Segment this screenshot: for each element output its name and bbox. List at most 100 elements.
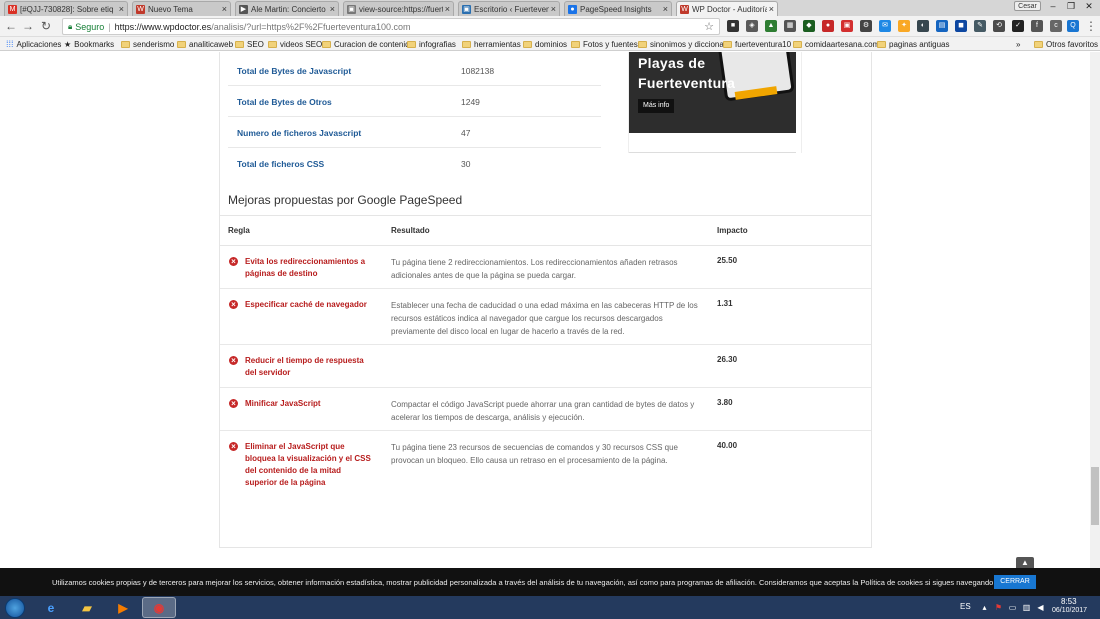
browser-tab[interactable]: ▣Escritorio ‹ Fuerteventura× <box>458 1 560 16</box>
metric-row: Numero de ficheros Javascript 47 <box>228 117 601 148</box>
promo-title-line: Playas de Fuerteventura <box>638 55 736 91</box>
clock-time[interactable]: 8:53 <box>1061 597 1077 606</box>
extension-icon[interactable]: ✎ <box>974 20 986 32</box>
promo-widget[interactable]: Playas de Fuerteventura Más info <box>628 52 802 153</box>
minimize-button[interactable]: – <box>1044 0 1062 12</box>
maximize-button[interactable]: ❐ <box>1062 0 1080 12</box>
tab-close-icon[interactable]: × <box>551 4 556 14</box>
bookmark-folder[interactable]: paginas antiguas <box>877 38 950 50</box>
browser-tab[interactable]: ● PageSpeed Insights × <box>564 1 672 16</box>
bookmark-folder[interactable]: Otros favoritos <box>1034 38 1098 50</box>
table-row: × Minificar JavaScript Compactar el códi… <box>220 388 871 431</box>
extension-icon[interactable]: ✦ <box>898 20 910 32</box>
cookie-close-button[interactable]: CERRAR <box>994 575 1036 589</box>
folder-icon <box>877 40 886 48</box>
extension-icon[interactable]: ⟲ <box>993 20 1005 32</box>
browser-tab[interactable]: ▶Ale Martin: Concierto de× <box>235 1 339 16</box>
bookmark-folder[interactable]: Curacion de contenid <box>322 38 410 50</box>
browser-tab[interactable]: W Nuevo Tema × <box>132 1 231 16</box>
folder-icon <box>268 40 277 48</box>
analysis-card: Total de Bytes de Javascript 1082138 Tot… <box>219 52 872 548</box>
divider <box>220 215 871 216</box>
bookmark-item[interactable]: ★ Bookmarks <box>64 38 114 50</box>
bookmark-folder[interactable]: videos SEO <box>268 38 322 50</box>
rule-result: Establecer una fecha de caducidad o una … <box>391 301 698 336</box>
tab-title: WP Doctor - Auditoría W <box>692 4 767 14</box>
browser-tab[interactable]: ▣ view-source:https://fuerte × <box>343 1 454 16</box>
tab-close-icon[interactable]: × <box>663 4 668 14</box>
clock-date[interactable]: 06/10/2017 <box>1052 607 1087 614</box>
extension-icon[interactable]: ▤ <box>936 20 948 32</box>
bookmark-folder[interactable]: Fotos y fuentes <box>571 38 638 50</box>
media-player-icon[interactable]: ▶ <box>106 597 140 618</box>
bookmarks-overflow[interactable]: » <box>1016 38 1020 50</box>
extension-icon[interactable]: Q <box>1067 20 1079 32</box>
table-row: × Especificar caché de navegador Estable… <box>220 289 871 345</box>
extension-icon[interactable]: ■ <box>727 20 739 32</box>
browser-tab[interactable]: M [#QJJ-730828]: Sobre etiq × <box>4 1 128 16</box>
metric-label: Numero de ficheros Javascript <box>237 128 362 138</box>
extension-icon[interactable]: ▲ <box>765 20 777 32</box>
bookmark-folder[interactable]: herramientas <box>462 38 521 50</box>
extension-icon[interactable]: ◼ <box>955 20 967 32</box>
tab-close-icon[interactable]: × <box>119 4 124 14</box>
tab-close-icon[interactable]: × <box>330 4 335 14</box>
extension-icon[interactable]: ◐ <box>917 20 929 32</box>
language-indicator[interactable]: ES <box>960 602 971 611</box>
extension-icon[interactable]: ⚙ <box>860 20 872 32</box>
bookmark-folder[interactable]: fuerteventura10 <box>723 38 791 50</box>
bookmark-folder[interactable]: analiticaweb <box>177 38 233 50</box>
scrollbar-thumb[interactable] <box>1091 467 1099 525</box>
close-window-button[interactable]: ✕ <box>1080 0 1098 12</box>
bookmark-folder[interactable]: sinonimos y diccionar <box>638 38 726 50</box>
file-explorer-icon[interactable]: ▰ <box>70 597 104 618</box>
extension-icon[interactable]: f <box>1031 20 1043 32</box>
forward-arrow-icon[interactable]: → <box>21 19 35 33</box>
folder-icon <box>523 40 532 48</box>
monitor-icon[interactable]: ▭ <box>1008 603 1017 612</box>
extension-icon[interactable]: ◈ <box>746 20 758 32</box>
more-info-button[interactable]: Más info <box>638 99 675 113</box>
extension-icon[interactable]: ▦ <box>784 20 796 32</box>
network-icon[interactable]: ▥ <box>1022 603 1031 612</box>
error-icon: × <box>229 356 238 365</box>
extension-icon[interactable]: c <box>1050 20 1062 32</box>
extension-icon[interactable]: ● <box>822 20 834 32</box>
bookmark-apps[interactable]: ⁞⁞⁞ Aplicaciones <box>6 38 61 50</box>
tab-close-icon[interactable]: × <box>445 4 450 14</box>
back-arrow-icon[interactable]: ← <box>4 19 18 33</box>
user-profile-badge[interactable]: Cesar <box>1014 1 1041 11</box>
bookmark-folder[interactable]: senderismo <box>121 38 174 50</box>
start-button[interactable] <box>5 598 25 618</box>
bookmark-folder[interactable]: comidaartesana.com <box>793 38 879 50</box>
internet-explorer-icon[interactable]: e <box>34 597 68 618</box>
flag-icon[interactable]: ⚑ <box>994 603 1003 612</box>
page-scrollbar[interactable] <box>1090 52 1100 568</box>
error-icon: × <box>229 442 238 451</box>
menu-dots-icon[interactable]: ⋮ <box>1084 19 1098 33</box>
tab-close-icon[interactable]: × <box>222 4 227 14</box>
browser-tab[interactable]: WWP Doctor - Auditoría W× <box>676 1 778 16</box>
extension-icon[interactable]: ✓ <box>1012 20 1024 32</box>
extension-icon[interactable]: ◆ <box>803 20 815 32</box>
bookmark-label: dominios <box>535 39 568 49</box>
back-to-top-button[interactable]: ▲ <box>1016 557 1034 568</box>
bookmark-label: sinonimos y diccionar <box>650 39 727 49</box>
volume-icon[interactable]: ◀ <box>1036 603 1045 612</box>
address-bar[interactable]: 🔒︎ Seguro | https://www.wpdoctor.es /ana… <box>62 18 720 35</box>
folder-icon <box>407 40 416 48</box>
extension-icon[interactable]: ▣ <box>841 20 853 32</box>
bookmark-folder[interactable]: infografias <box>407 38 456 50</box>
tab-favicon-icon: ▶ <box>239 4 248 14</box>
chrome-icon[interactable]: ◉ <box>142 597 176 618</box>
folder-icon <box>638 40 647 48</box>
tab-close-icon[interactable]: × <box>769 4 774 14</box>
tab-title: Escritorio ‹ Fuerteventura <box>474 4 549 14</box>
bookmark-star-icon[interactable]: ☆ <box>704 20 714 33</box>
extension-icon[interactable]: ✉ <box>879 20 891 32</box>
reload-icon[interactable]: ↻ <box>39 19 53 33</box>
bookmark-folder[interactable]: SEO <box>235 38 264 50</box>
bookmark-folder[interactable]: dominios <box>523 38 567 50</box>
tray-arrow-icon[interactable]: ▴ <box>980 603 989 612</box>
bookmark-label: Bookmarks <box>74 39 115 49</box>
